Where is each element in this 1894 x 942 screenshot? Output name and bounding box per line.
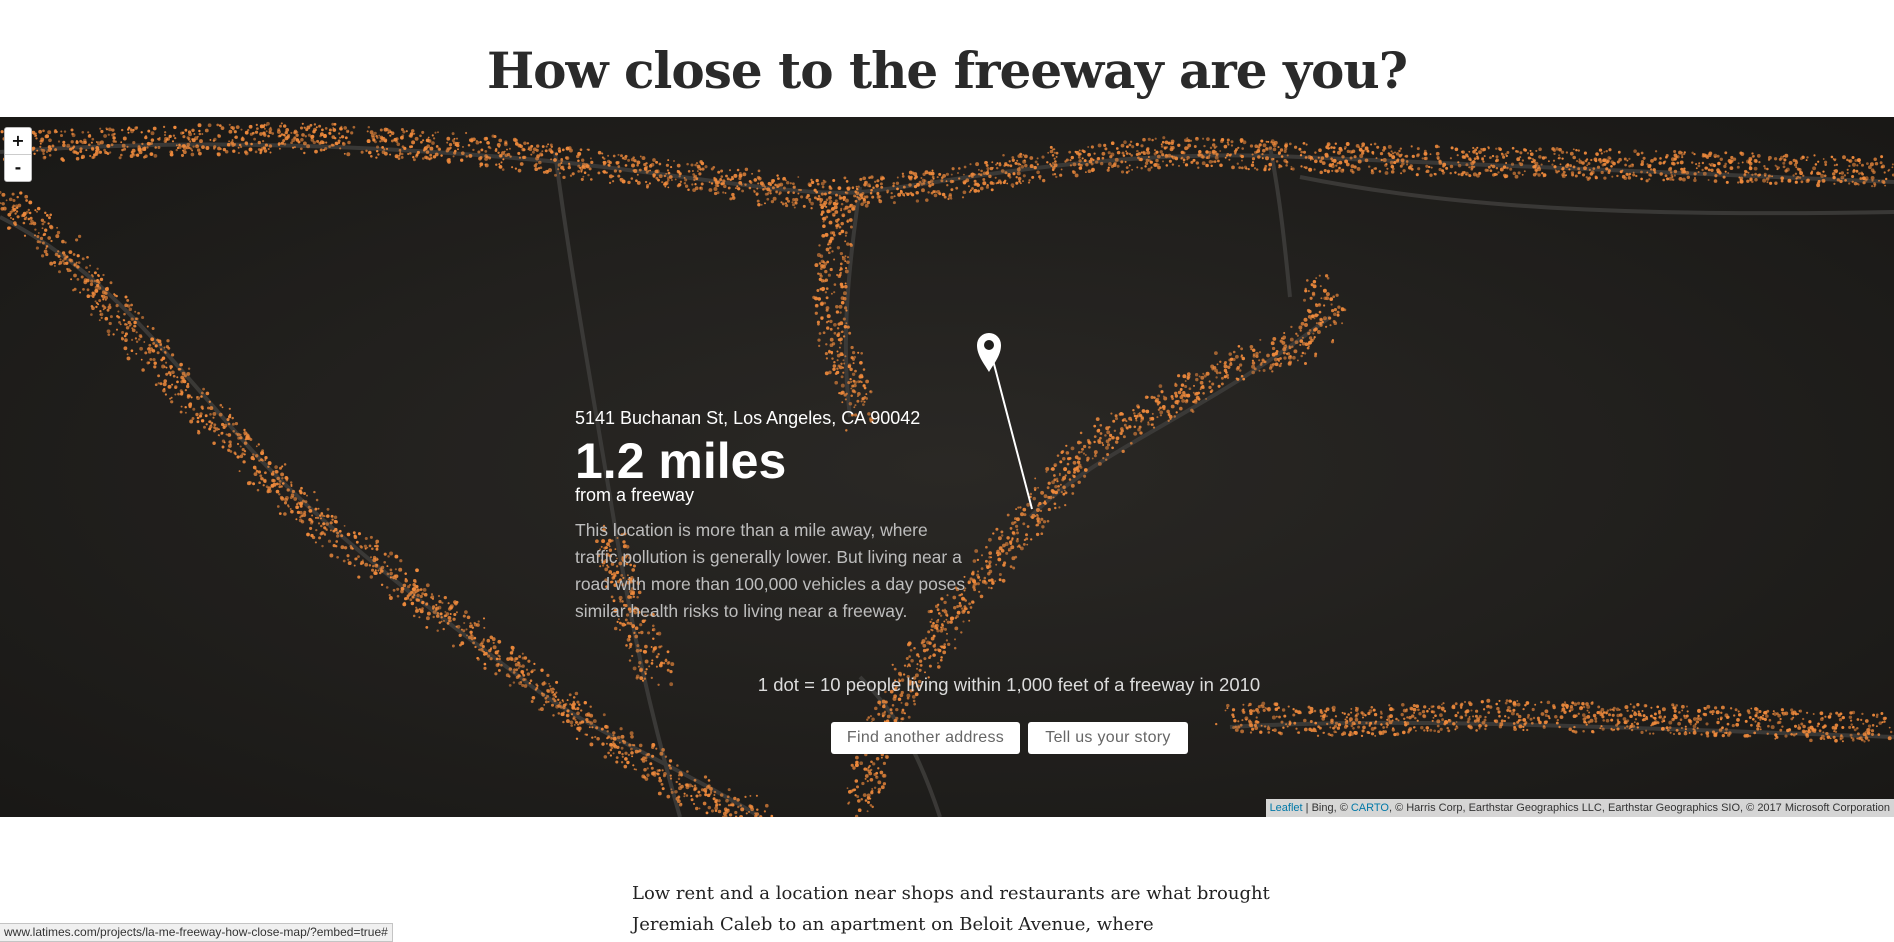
freeway-map[interactable]: + - 5141 Buchanan St, Los Angeles, CA 90… [0, 117, 1894, 817]
article-paragraph: Low rent and a location near shops and r… [632, 883, 1270, 935]
zoom-control: + - [4, 127, 32, 182]
page-title: How close to the freeway are you? [486, 41, 1408, 100]
status-bar-url: www.latimes.com/projects/la-me-freeway-h… [0, 923, 393, 942]
leaflet-link[interactable]: Leaflet [1270, 802, 1303, 814]
dot-legend: 1 dot = 10 people living within 1,000 fe… [757, 674, 1261, 695]
attribution-credits: , © Harris Corp, Earthstar Geographics L… [1388, 802, 1890, 814]
result-address: 5141 Buchanan St, Los Angeles, CA 90042 [575, 408, 921, 428]
carto-link[interactable]: CARTO [1351, 802, 1389, 814]
find-another-address-button[interactable]: Find another address [831, 722, 1020, 754]
result-panel: 5141 Buchanan St, Los Angeles, CA 90042 … [575, 407, 975, 625]
zoom-in-button[interactable]: + [5, 128, 31, 154]
result-description: This location is more than a mile away, … [575, 520, 966, 621]
zoom-out-button[interactable]: - [5, 154, 31, 181]
result-distance: 1.2 miles [575, 433, 787, 489]
tell-your-story-button[interactable]: Tell us your story [1028, 722, 1188, 754]
map-attribution: Leaflet | Bing, © CARTO, © Harris Corp, … [1265, 799, 1894, 817]
attribution-text: | Bing, © [1302, 802, 1351, 814]
